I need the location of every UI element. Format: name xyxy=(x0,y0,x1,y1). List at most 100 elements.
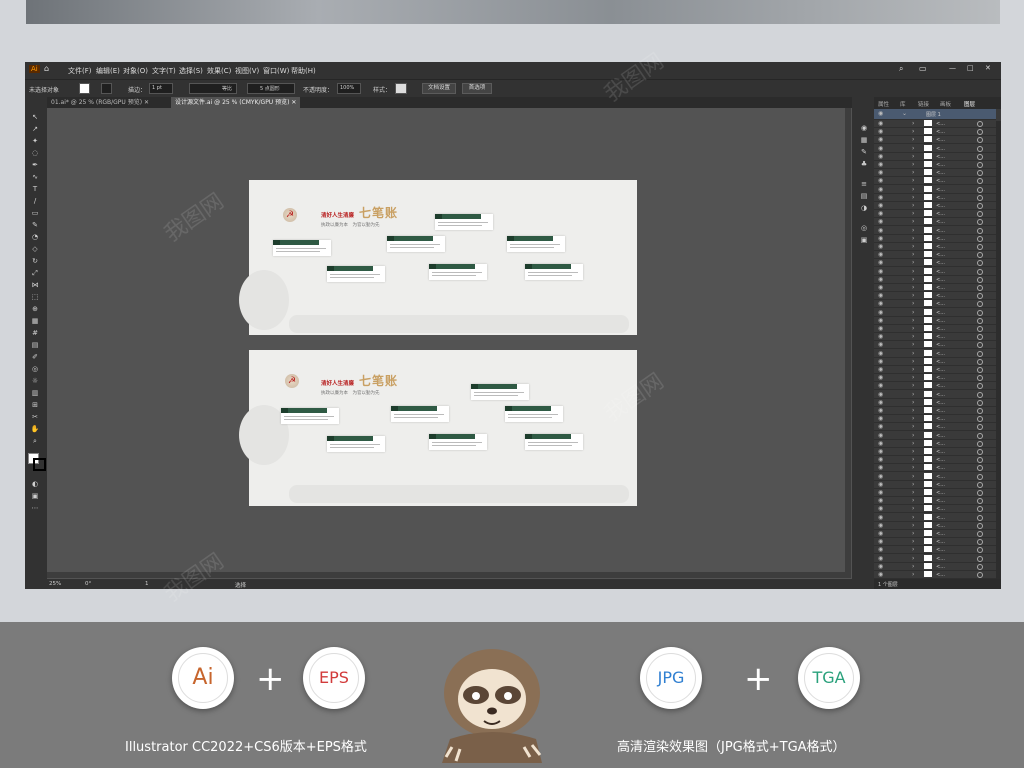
zoom-field[interactable]: 25% xyxy=(49,581,61,587)
eye-icon[interactable]: ◉ xyxy=(878,136,883,143)
stroke-color-swatch[interactable] xyxy=(33,458,46,471)
target-circle-icon[interactable] xyxy=(977,449,983,455)
scale-tool-icon[interactable]: ⤢ xyxy=(30,270,40,277)
eye-icon[interactable]: ◉ xyxy=(878,268,883,275)
target-circle-icon[interactable] xyxy=(977,531,983,537)
target-circle-icon[interactable] xyxy=(977,399,983,406)
maximize-icon[interactable]: □ xyxy=(967,64,974,72)
chevron-right-icon[interactable]: › xyxy=(912,555,914,562)
eye-icon[interactable]: ◉ xyxy=(878,300,883,307)
paintbrush-icon[interactable]: ✎ xyxy=(30,222,40,229)
opacity-field[interactable]: 100% xyxy=(337,83,361,94)
chevron-right-icon[interactable]: › xyxy=(912,514,914,521)
eye-icon[interactable]: ◉ xyxy=(878,333,883,340)
symbol-sprayer-icon[interactable]: ☼ xyxy=(30,378,40,385)
arrange-icon[interactable]: ▭ xyxy=(919,64,927,73)
chevron-right-icon[interactable]: › xyxy=(912,235,914,242)
artboard-2[interactable]: ☭ 清好人生清廉 七笔账 执政以廉为本 为官以勤为先 xyxy=(239,350,637,506)
tab-layers[interactable]: 图层 xyxy=(964,100,975,108)
stroke-style-field[interactable]: 等比 xyxy=(189,83,237,94)
menu-select[interactable]: 选择(S) xyxy=(179,66,203,76)
chevron-right-icon[interactable]: › xyxy=(912,341,914,348)
chevron-right-icon[interactable]: › xyxy=(912,448,914,455)
tab-artboards[interactable]: 画板 xyxy=(940,100,951,108)
shape-builder-icon[interactable]: ⊕ xyxy=(30,306,40,313)
chevron-right-icon[interactable]: › xyxy=(912,259,914,266)
target-circle-icon[interactable] xyxy=(977,178,983,185)
target-circle-icon[interactable] xyxy=(977,457,983,464)
menu-view[interactable]: 视图(V) xyxy=(235,66,259,76)
search-icon[interactable]: ⌕ xyxy=(899,64,903,74)
target-circle-icon[interactable] xyxy=(977,416,983,423)
minimize-icon[interactable]: — xyxy=(949,64,956,72)
target-circle-icon[interactable] xyxy=(977,498,983,505)
perspective-grid-icon[interactable]: ▦ xyxy=(30,318,40,325)
brush-field[interactable]: 5 点圆形 xyxy=(247,83,295,94)
brushes-icon[interactable]: ✎ xyxy=(860,149,868,156)
free-transform-icon[interactable]: ⬚ xyxy=(30,294,40,301)
eye-icon[interactable]: ◉ xyxy=(878,227,883,234)
target-circle-icon[interactable] xyxy=(977,260,983,267)
target-circle-icon[interactable] xyxy=(977,440,983,447)
tab-doc-2[interactable]: 设计源文件.ai @ 25 % (CMYK/GPU 预览) ✕ xyxy=(171,97,301,108)
chevron-right-icon[interactable]: › xyxy=(912,522,914,529)
zoom-tool-icon[interactable]: ⌕ xyxy=(30,438,40,445)
screen-mode-icon[interactable]: ▣ xyxy=(30,493,40,500)
stroke-weight-field[interactable]: 1 pt xyxy=(149,83,173,94)
target-circle-icon[interactable] xyxy=(977,539,983,546)
chevron-right-icon[interactable]: › xyxy=(912,546,914,553)
eye-icon[interactable]: ◉ xyxy=(878,145,883,152)
fill-swatch[interactable] xyxy=(79,83,90,94)
eye-icon[interactable]: ◉ xyxy=(878,497,883,504)
style-swatch[interactable] xyxy=(395,83,407,94)
pen-tool-icon[interactable]: ✒ xyxy=(30,162,40,169)
target-circle-icon[interactable] xyxy=(977,334,983,341)
target-circle-icon[interactable] xyxy=(977,153,983,160)
eye-icon[interactable]: ◉ xyxy=(878,391,883,398)
curvature-tool-icon[interactable]: ∿ xyxy=(30,174,40,181)
target-circle-icon[interactable] xyxy=(977,391,983,398)
target-circle-icon[interactable] xyxy=(977,424,983,431)
eye-icon[interactable]: ◉ xyxy=(878,514,883,521)
magic-wand-icon[interactable]: ✦ xyxy=(30,138,40,145)
target-circle-icon[interactable] xyxy=(977,170,983,177)
target-circle-icon[interactable] xyxy=(977,121,983,127)
eye-icon[interactable]: ◉ xyxy=(878,546,883,553)
chevron-right-icon[interactable]: › xyxy=(912,497,914,504)
eye-icon[interactable]: ◉ xyxy=(878,555,883,562)
eye-icon[interactable]: ◉ xyxy=(878,153,883,160)
target-circle-icon[interactable] xyxy=(977,219,983,226)
chevron-right-icon[interactable]: › xyxy=(912,489,914,496)
eye-icon[interactable]: ◉ xyxy=(878,194,883,201)
eye-icon[interactable]: ◉ xyxy=(878,448,883,455)
target-circle-icon[interactable] xyxy=(977,555,983,562)
document-setup-button[interactable]: 文档设置 xyxy=(422,83,456,94)
eye-icon[interactable]: ◉ xyxy=(878,309,883,316)
target-circle-icon[interactable] xyxy=(977,375,983,382)
hand-tool-icon[interactable]: ✋ xyxy=(30,426,40,433)
chevron-right-icon[interactable]: › xyxy=(912,194,914,201)
color-panel-icon[interactable]: ◉ xyxy=(860,125,868,132)
target-circle-icon[interactable] xyxy=(977,326,983,332)
chevron-right-icon[interactable]: › xyxy=(912,530,914,537)
menu-file[interactable]: 文件(F) xyxy=(68,66,92,76)
artboard-1[interactable]: ☭ 清好人生清廉 七笔账 执政以廉为本 为官以勤为先 xyxy=(239,180,637,335)
horizontal-scrollbar[interactable] xyxy=(47,572,845,578)
target-circle-icon[interactable] xyxy=(977,408,983,414)
menu-object[interactable]: 对象(O) xyxy=(123,66,148,76)
canvas-area[interactable]: ☭ 清好人生清廉 七笔账 执政以廉为本 为官以勤为先 ☭ 清好人生清廉 七笔账 … xyxy=(47,108,852,578)
target-circle-icon[interactable] xyxy=(977,342,983,349)
target-circle-icon[interactable] xyxy=(977,490,983,496)
target-circle-icon[interactable] xyxy=(977,572,983,578)
rectangle-tool-icon[interactable]: ▭ xyxy=(30,210,40,217)
target-circle-icon[interactable] xyxy=(977,317,983,324)
eye-icon[interactable]: ◉ xyxy=(878,292,883,299)
eye-icon[interactable]: ◉ xyxy=(878,530,883,537)
target-circle-icon[interactable] xyxy=(977,268,983,275)
vertical-scrollbar[interactable] xyxy=(845,108,851,578)
eye-icon[interactable]: ◉ xyxy=(878,186,883,193)
chevron-right-icon[interactable]: › xyxy=(912,464,914,471)
transparency-icon[interactable]: ◑ xyxy=(860,205,868,212)
chevron-right-icon[interactable]: › xyxy=(912,145,914,152)
target-circle-icon[interactable] xyxy=(977,547,983,554)
